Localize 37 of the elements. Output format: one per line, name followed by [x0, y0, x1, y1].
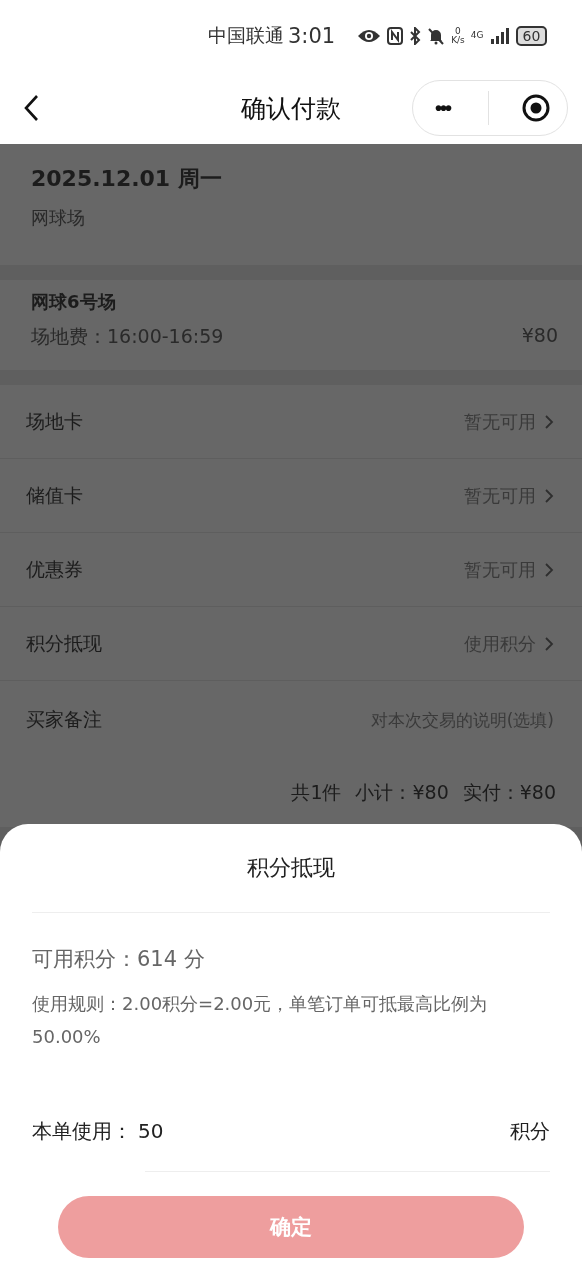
carrier-name: 中国联通: [208, 23, 284, 48]
nfc-icon: [387, 27, 404, 45]
eye-icon: [357, 28, 382, 44]
points-field[interactable]: 50: [132, 1111, 510, 1151]
chevron-right-icon: [544, 561, 554, 578]
fee-label: 场地费：16:00-16:59: [31, 324, 224, 349]
total-text: 小计：¥80: [355, 780, 449, 805]
chevron-right-icon: [544, 487, 554, 504]
fee-amount: ¥80: [521, 324, 558, 348]
page-title: 确认付款: [241, 92, 341, 125]
net-speed-unit: K/s: [451, 36, 465, 45]
option-label: 场地卡: [26, 408, 84, 434]
total-text: 实付：¥80: [462, 780, 556, 805]
close-target-icon[interactable]: [520, 93, 551, 123]
signal-icon: [489, 28, 510, 44]
option-label: 积分抵现: [26, 630, 103, 656]
booking-date: 2025.12.01 周一: [31, 165, 223, 193]
battery-indicator: 60: [515, 26, 548, 46]
net-speed-value: 0: [455, 27, 461, 36]
usage-rule: 使用规则：2.00积分=2.00元，单笔订单可抵最高比例为50.00%: [32, 992, 489, 1049]
available-points: 可用积分：614 分: [32, 946, 206, 973]
network-type: 4G: [470, 30, 484, 40]
chevron-right-icon: [544, 413, 554, 430]
sheet-title: 积分抵现: [32, 824, 550, 913]
clock-time: 3:01: [288, 24, 336, 48]
option-label: 优惠券: [26, 556, 84, 582]
points-unit: 积分: [510, 1117, 550, 1145]
chevron-right-icon: [544, 635, 554, 652]
venue-name: 网球场: [31, 206, 86, 230]
option-label: 储值卡: [26, 482, 84, 508]
option-label: 买家备注: [26, 707, 103, 732]
muted-bell-icon: [427, 27, 446, 45]
more-button[interactable]: •••: [429, 96, 456, 120]
use-label: 本单使用：: [32, 1117, 132, 1145]
court-name: 网球6号场: [31, 290, 117, 314]
bluetooth-icon: [409, 27, 422, 45]
total-text: 共1件: [291, 780, 342, 805]
